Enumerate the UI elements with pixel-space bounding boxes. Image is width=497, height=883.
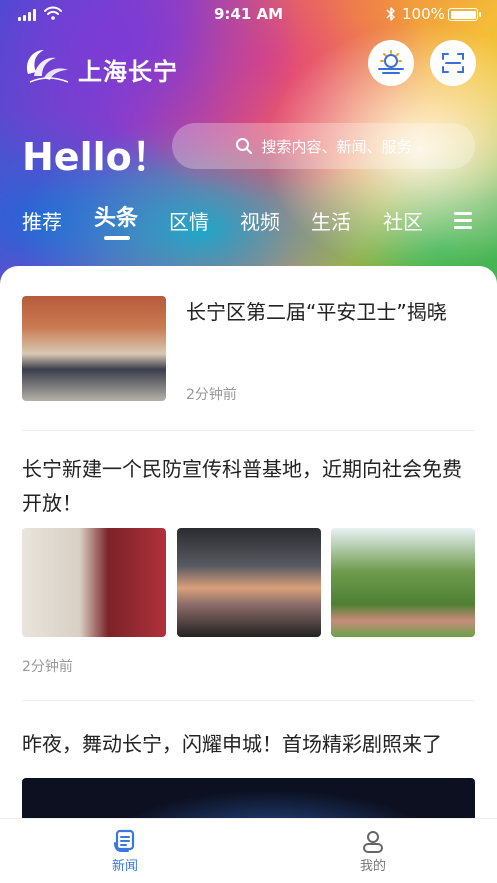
battery-percent: 100% xyxy=(402,5,445,23)
bluetooth-icon xyxy=(386,7,395,21)
divider xyxy=(22,700,475,701)
search-icon xyxy=(236,138,253,154)
nav-mine-label: 我的 xyxy=(359,859,386,874)
tab-community[interactable]: 社区 xyxy=(383,206,423,235)
news-title[interactable]: 昨夜，舞动长宁，闪耀申城！首场精彩剧照来了 xyxy=(22,728,442,757)
weather-icon xyxy=(378,50,404,74)
active-tab-indicator xyxy=(104,236,130,240)
greeting: Hello！ xyxy=(22,135,170,179)
tab-headlines[interactable]: 头条 xyxy=(94,200,138,232)
divider xyxy=(22,430,475,431)
category-tabs: 推荐 头条 区情 视频 生活 社区 xyxy=(0,198,497,246)
news-image[interactable] xyxy=(331,528,475,637)
menu-icon[interactable] xyxy=(454,212,472,229)
battery-icon xyxy=(448,8,481,21)
search-bar[interactable]: 搜索内容、新闻、服务 xyxy=(172,123,475,169)
weather-button[interactable] xyxy=(368,40,414,86)
user-icon xyxy=(363,831,383,853)
tab-life[interactable]: 生活 xyxy=(311,206,351,235)
nav-news[interactable]: 新闻 xyxy=(95,829,155,874)
scan-icon xyxy=(442,53,464,73)
nav-news-label: 新闻 xyxy=(111,859,138,874)
news-image[interactable] xyxy=(177,528,321,637)
news-image[interactable] xyxy=(22,528,166,637)
nav-mine[interactable]: 我的 xyxy=(343,829,403,874)
app-logo xyxy=(26,50,69,83)
news-item[interactable]: 长宁区第二届“平安卫士”揭晓 2分钟前 xyxy=(22,296,475,403)
news-time: 2分钟前 xyxy=(22,659,73,675)
search-placeholder: 搜索内容、新闻、服务 xyxy=(261,137,412,156)
tab-video[interactable]: 视频 xyxy=(240,206,280,235)
tab-district[interactable]: 区情 xyxy=(169,206,209,235)
news-thumbnail xyxy=(22,296,166,401)
status-bar: 9:41 AM 100% xyxy=(0,0,497,30)
app-title: 上海长宁 xyxy=(78,58,178,86)
news-icon xyxy=(114,829,135,852)
bottom-nav: 新闻 我的 xyxy=(0,818,497,883)
news-title: 长宁区第二届“平安卫士”揭晓 xyxy=(186,300,447,324)
news-time: 2分钟前 xyxy=(186,387,237,403)
scan-button[interactable] xyxy=(430,40,476,86)
tab-recommend[interactable]: 推荐 xyxy=(22,206,62,235)
news-feed: 长宁区第二届“平安卫士”揭晓 2分钟前 长宁新建一个民防宣传科普基地，近期向社会… xyxy=(0,266,497,826)
news-title[interactable]: 长宁新建一个民防宣传科普基地，近期向社会免费开放！ xyxy=(22,452,477,520)
